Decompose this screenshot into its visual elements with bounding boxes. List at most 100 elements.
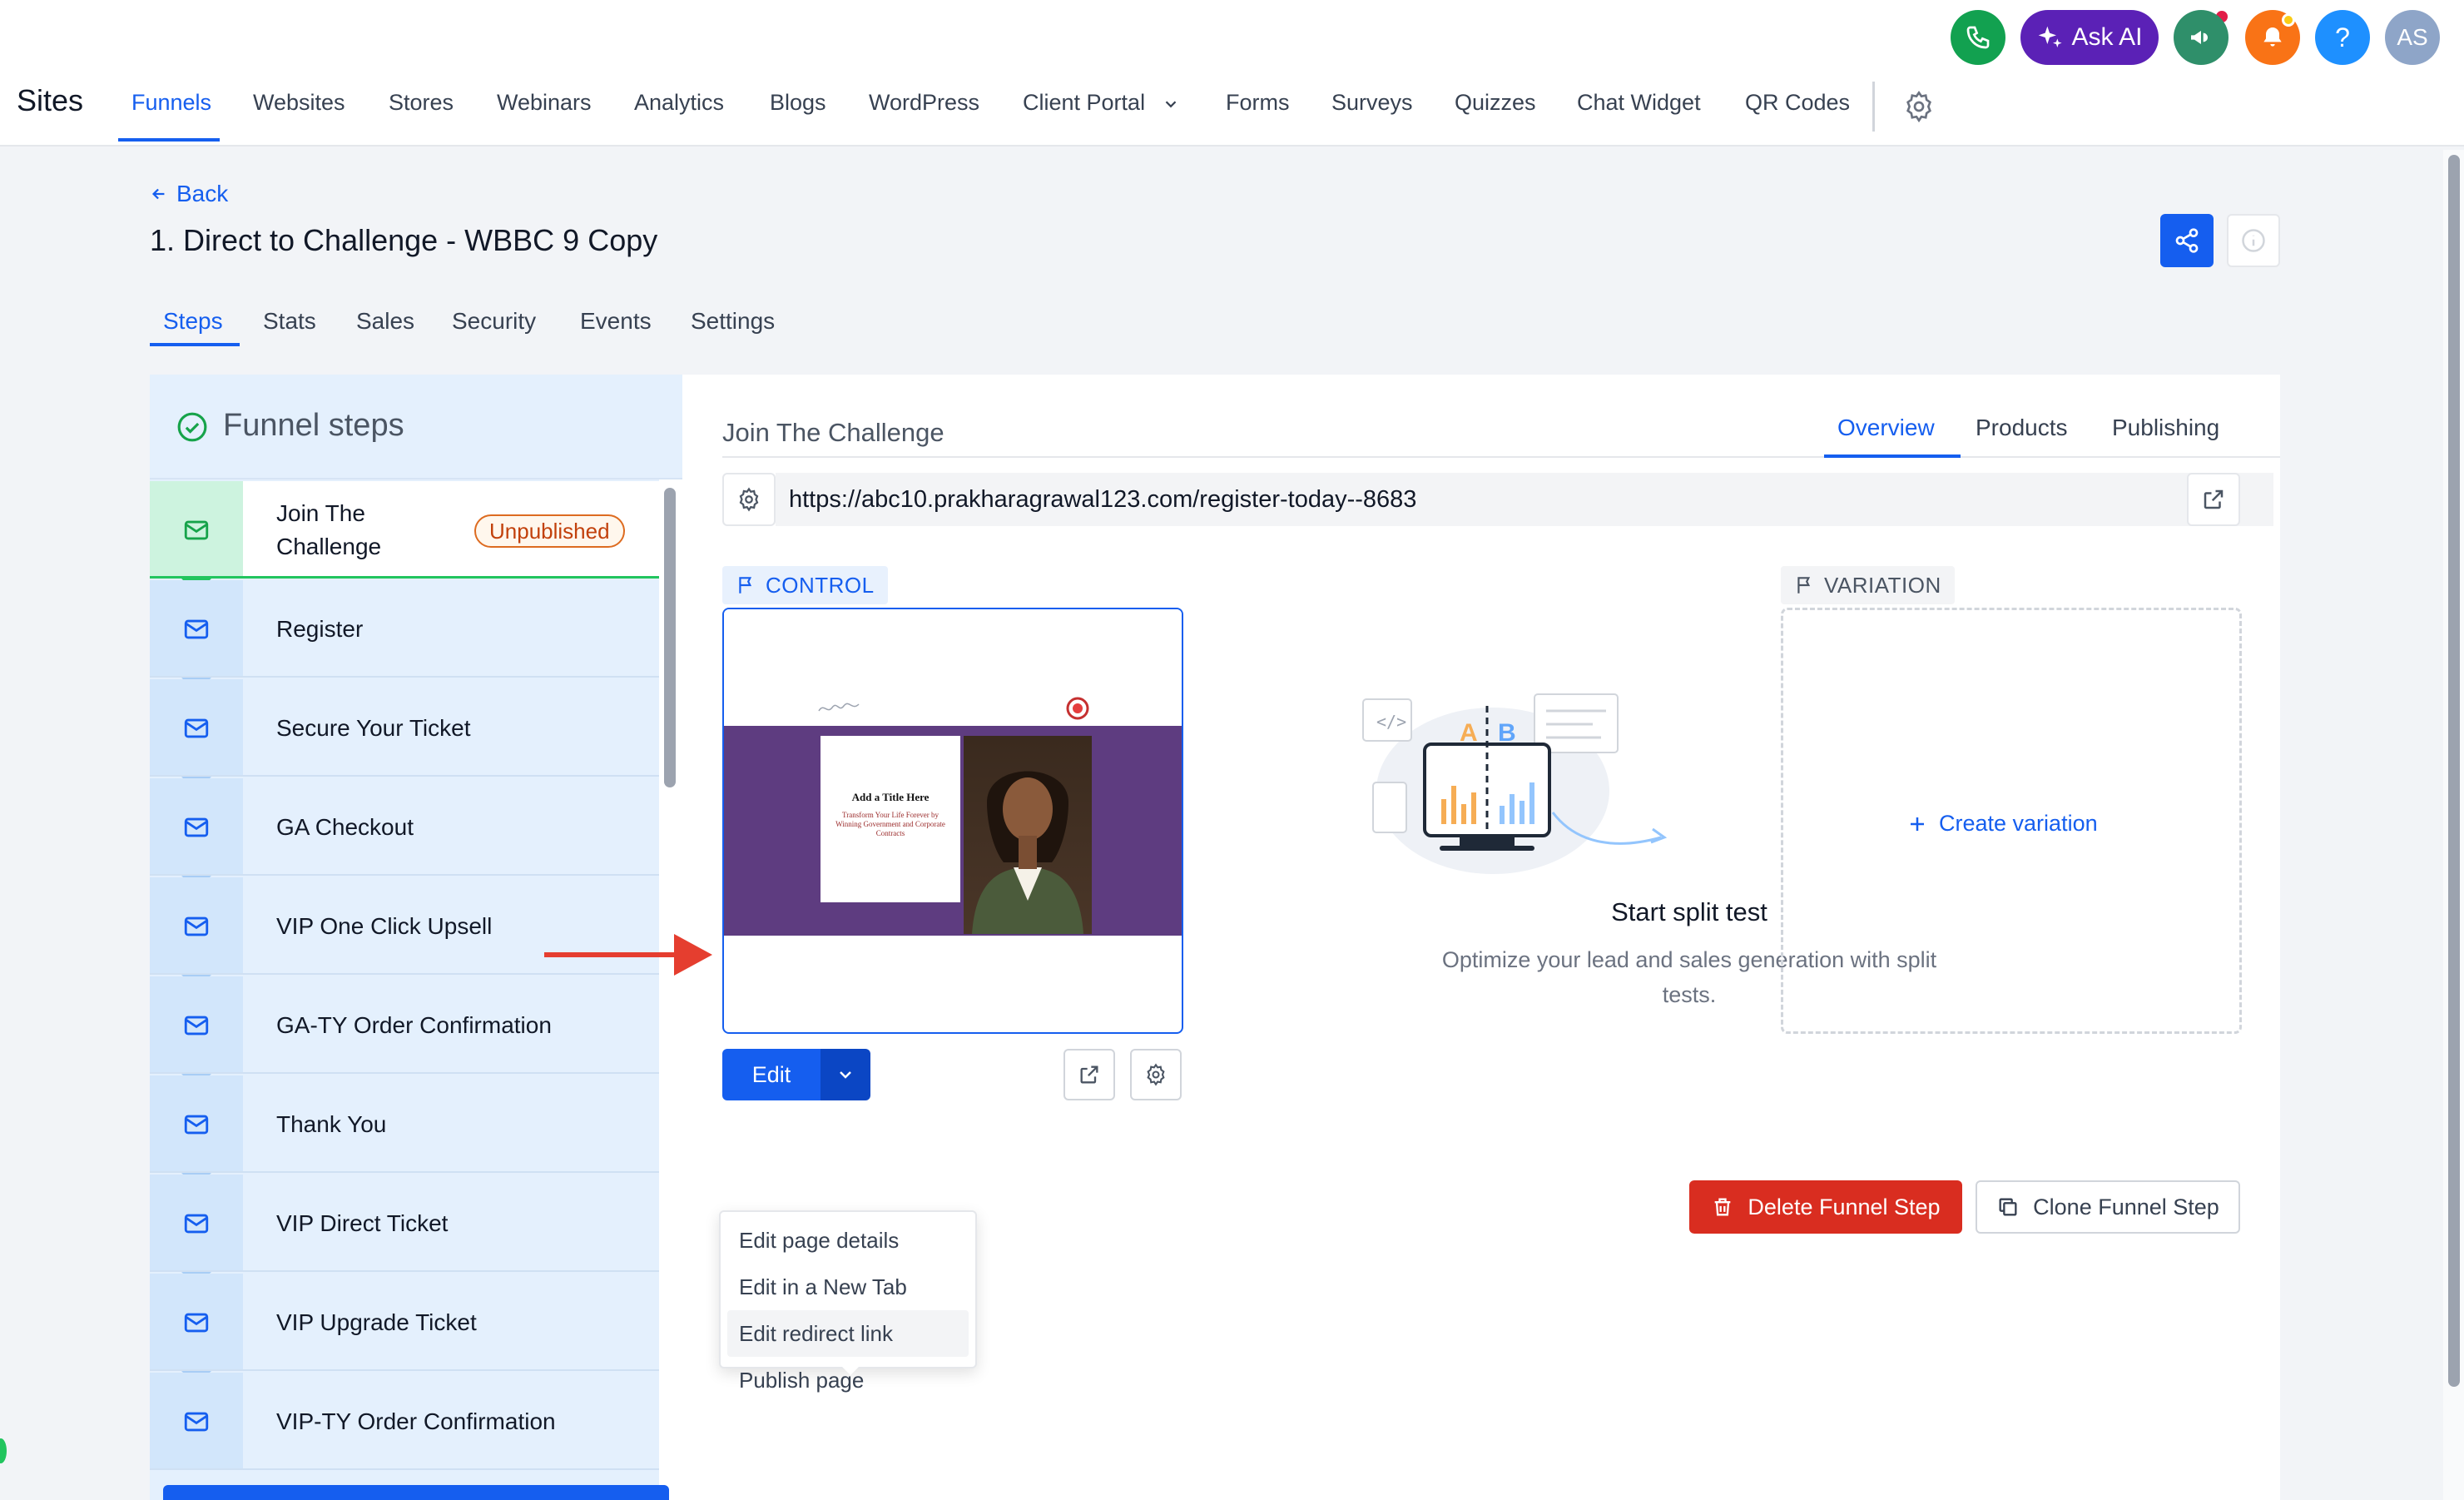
mail-icon xyxy=(182,912,211,941)
menu-edit-page-details[interactable]: Edit page details xyxy=(727,1217,969,1264)
step-divider xyxy=(150,1468,659,1470)
flag-icon xyxy=(1794,574,1816,596)
nav-qr-codes[interactable]: QR Codes xyxy=(1745,90,1850,116)
page-scrollbar[interactable] xyxy=(2448,155,2460,1387)
mail-icon xyxy=(182,615,211,643)
chevron-down-icon xyxy=(835,1065,855,1085)
step-url[interactable]: https://abc10.prakharagrawal123.com/regi… xyxy=(789,486,1416,514)
menu-edit-new-tab[interactable]: Edit in a New Tab xyxy=(727,1264,969,1310)
split-test-illustration: </> A B xyxy=(1343,683,1693,882)
nav-quizzes[interactable]: Quizzes xyxy=(1455,90,1536,116)
avatar[interactable]: AS xyxy=(2385,10,2440,65)
tab-sales[interactable]: Sales xyxy=(356,308,414,335)
nav-webinars[interactable]: Webinars xyxy=(497,90,592,116)
edit-button[interactable]: Edit xyxy=(722,1049,821,1100)
edit-dropdown-toggle[interactable] xyxy=(821,1049,870,1100)
nav-websites[interactable]: Websites xyxy=(253,90,345,116)
delete-funnel-step-button[interactable]: Delete Funnel Step xyxy=(1689,1180,1962,1234)
step-icon-column xyxy=(150,1373,243,1470)
funnel-step-label: Thank You xyxy=(276,1110,387,1137)
nav-wordpress[interactable]: WordPress xyxy=(869,90,979,116)
variation-label: VARIATION xyxy=(1824,572,1941,598)
funnel-step-item[interactable]: Secure Your Ticket xyxy=(150,679,659,777)
funnel-step-item[interactable]: VIP One Click Upsell xyxy=(150,877,659,975)
step-name: Join The Challenge xyxy=(722,418,944,447)
step-icon-column xyxy=(150,976,243,1074)
tab-steps[interactable]: Steps xyxy=(163,308,223,335)
share-button[interactable] xyxy=(2160,214,2214,267)
edit-options-menu: Edit page details Edit in a New Tab Edit… xyxy=(719,1210,977,1393)
tab-security[interactable]: Security xyxy=(452,308,536,335)
funnel-step-item[interactable]: GA-TY Order Confirmation xyxy=(150,976,659,1074)
nav-analytics[interactable]: Analytics xyxy=(634,90,724,116)
annotation-arrow-head xyxy=(674,934,712,976)
nav-client-portal-label: Client Portal xyxy=(1023,90,1146,115)
funnel-step-item[interactable]: VIP Direct Ticket xyxy=(150,1175,659,1272)
funnel-step-label: Join The Challenge xyxy=(276,499,382,559)
menu-edit-redirect-link[interactable]: Edit redirect link xyxy=(727,1310,969,1357)
step-icon-column xyxy=(150,580,243,678)
funnel-step-item[interactable]: Thank You xyxy=(150,1075,659,1173)
funnel-step-label: VIP One Click Upsell xyxy=(276,912,493,939)
nav-funnels[interactable]: Funnels xyxy=(131,90,211,116)
help-button[interactable]: ? xyxy=(2315,10,2370,65)
tab-stats[interactable]: Stats xyxy=(263,308,316,335)
nav-chat-widget[interactable]: Chat Widget xyxy=(1577,90,1701,116)
funnel-step-item[interactable]: VIP-TY Order Confirmation xyxy=(150,1373,659,1470)
delete-label: Delete Funnel Step xyxy=(1748,1194,1941,1219)
open-url-button[interactable] xyxy=(2187,473,2240,526)
nav-client-portal[interactable]: Client Portal xyxy=(1023,90,1180,116)
nav-forms[interactable]: Forms xyxy=(1226,90,1290,116)
url-settings-button[interactable] xyxy=(722,473,776,526)
create-variation-button[interactable]: Create variation xyxy=(1907,811,2098,837)
thumbnail-photo xyxy=(964,736,1092,934)
funnel-step-item[interactable]: VIP Upgrade Ticket xyxy=(150,1274,659,1371)
step-divider xyxy=(150,1072,659,1074)
announcements-button[interactable] xyxy=(2174,10,2229,65)
status-indicator xyxy=(0,1438,7,1463)
step-divider xyxy=(150,874,659,876)
tab-overview[interactable]: Overview xyxy=(1837,415,1935,441)
thumbnail-header xyxy=(724,609,1182,726)
gear-icon[interactable] xyxy=(1902,90,1936,123)
back-link[interactable]: Back xyxy=(150,181,228,207)
variant-b-letter: B xyxy=(1498,719,1516,747)
phone-button[interactable] xyxy=(1951,10,2005,65)
tab-products[interactable]: Products xyxy=(1976,415,2068,441)
tab-events[interactable]: Events xyxy=(580,308,652,335)
step-icon-column xyxy=(150,679,243,777)
control-page-card[interactable]: Add a Title Here Transform Your Life For… xyxy=(722,608,1183,1034)
funnel-step-item[interactable]: GA Checkout xyxy=(150,778,659,876)
funnel-steps-title: Funnel steps xyxy=(223,408,404,443)
ask-ai-button[interactable]: Ask AI xyxy=(2020,10,2159,65)
tabs-divider xyxy=(722,456,2280,458)
menu-publish-page[interactable]: Publish page xyxy=(727,1357,969,1403)
step-divider xyxy=(150,1369,659,1371)
step-icon-column xyxy=(150,1175,243,1272)
mail-icon xyxy=(182,516,211,544)
app-title: Sites xyxy=(17,83,84,117)
nav-stores[interactable]: Stores xyxy=(389,90,454,116)
avatar-initials: AS xyxy=(2397,24,2428,50)
mail-icon xyxy=(182,1408,211,1436)
seal-icon xyxy=(1065,696,1090,721)
steps-scrollbar[interactable] xyxy=(664,488,676,787)
tab-publishing[interactable]: Publishing xyxy=(2112,415,2219,441)
info-button[interactable] xyxy=(2227,214,2280,267)
add-step-button[interactable] xyxy=(163,1485,669,1500)
funnel-step-item[interactable]: Join The Challenge Unpublished xyxy=(150,481,659,579)
nav-blogs[interactable]: Blogs xyxy=(770,90,826,116)
page-settings-button[interactable] xyxy=(1130,1049,1182,1100)
mail-icon xyxy=(182,714,211,743)
step-icon-column xyxy=(150,778,243,876)
megaphone-icon xyxy=(2188,24,2214,51)
preview-page-button[interactable] xyxy=(1063,1049,1115,1100)
create-variation-label: Create variation xyxy=(1939,811,2098,836)
nav-surveys[interactable]: Surveys xyxy=(1331,90,1413,116)
thumbnail-subtitle: Transform Your Life Forever by Winning G… xyxy=(835,811,945,837)
clone-funnel-step-button[interactable]: Clone Funnel Step xyxy=(1976,1180,2240,1234)
tab-settings[interactable]: Settings xyxy=(691,308,775,335)
step-divider xyxy=(150,1171,659,1173)
bell-icon xyxy=(2259,24,2286,51)
funnel-step-item[interactable]: Register xyxy=(150,580,659,678)
